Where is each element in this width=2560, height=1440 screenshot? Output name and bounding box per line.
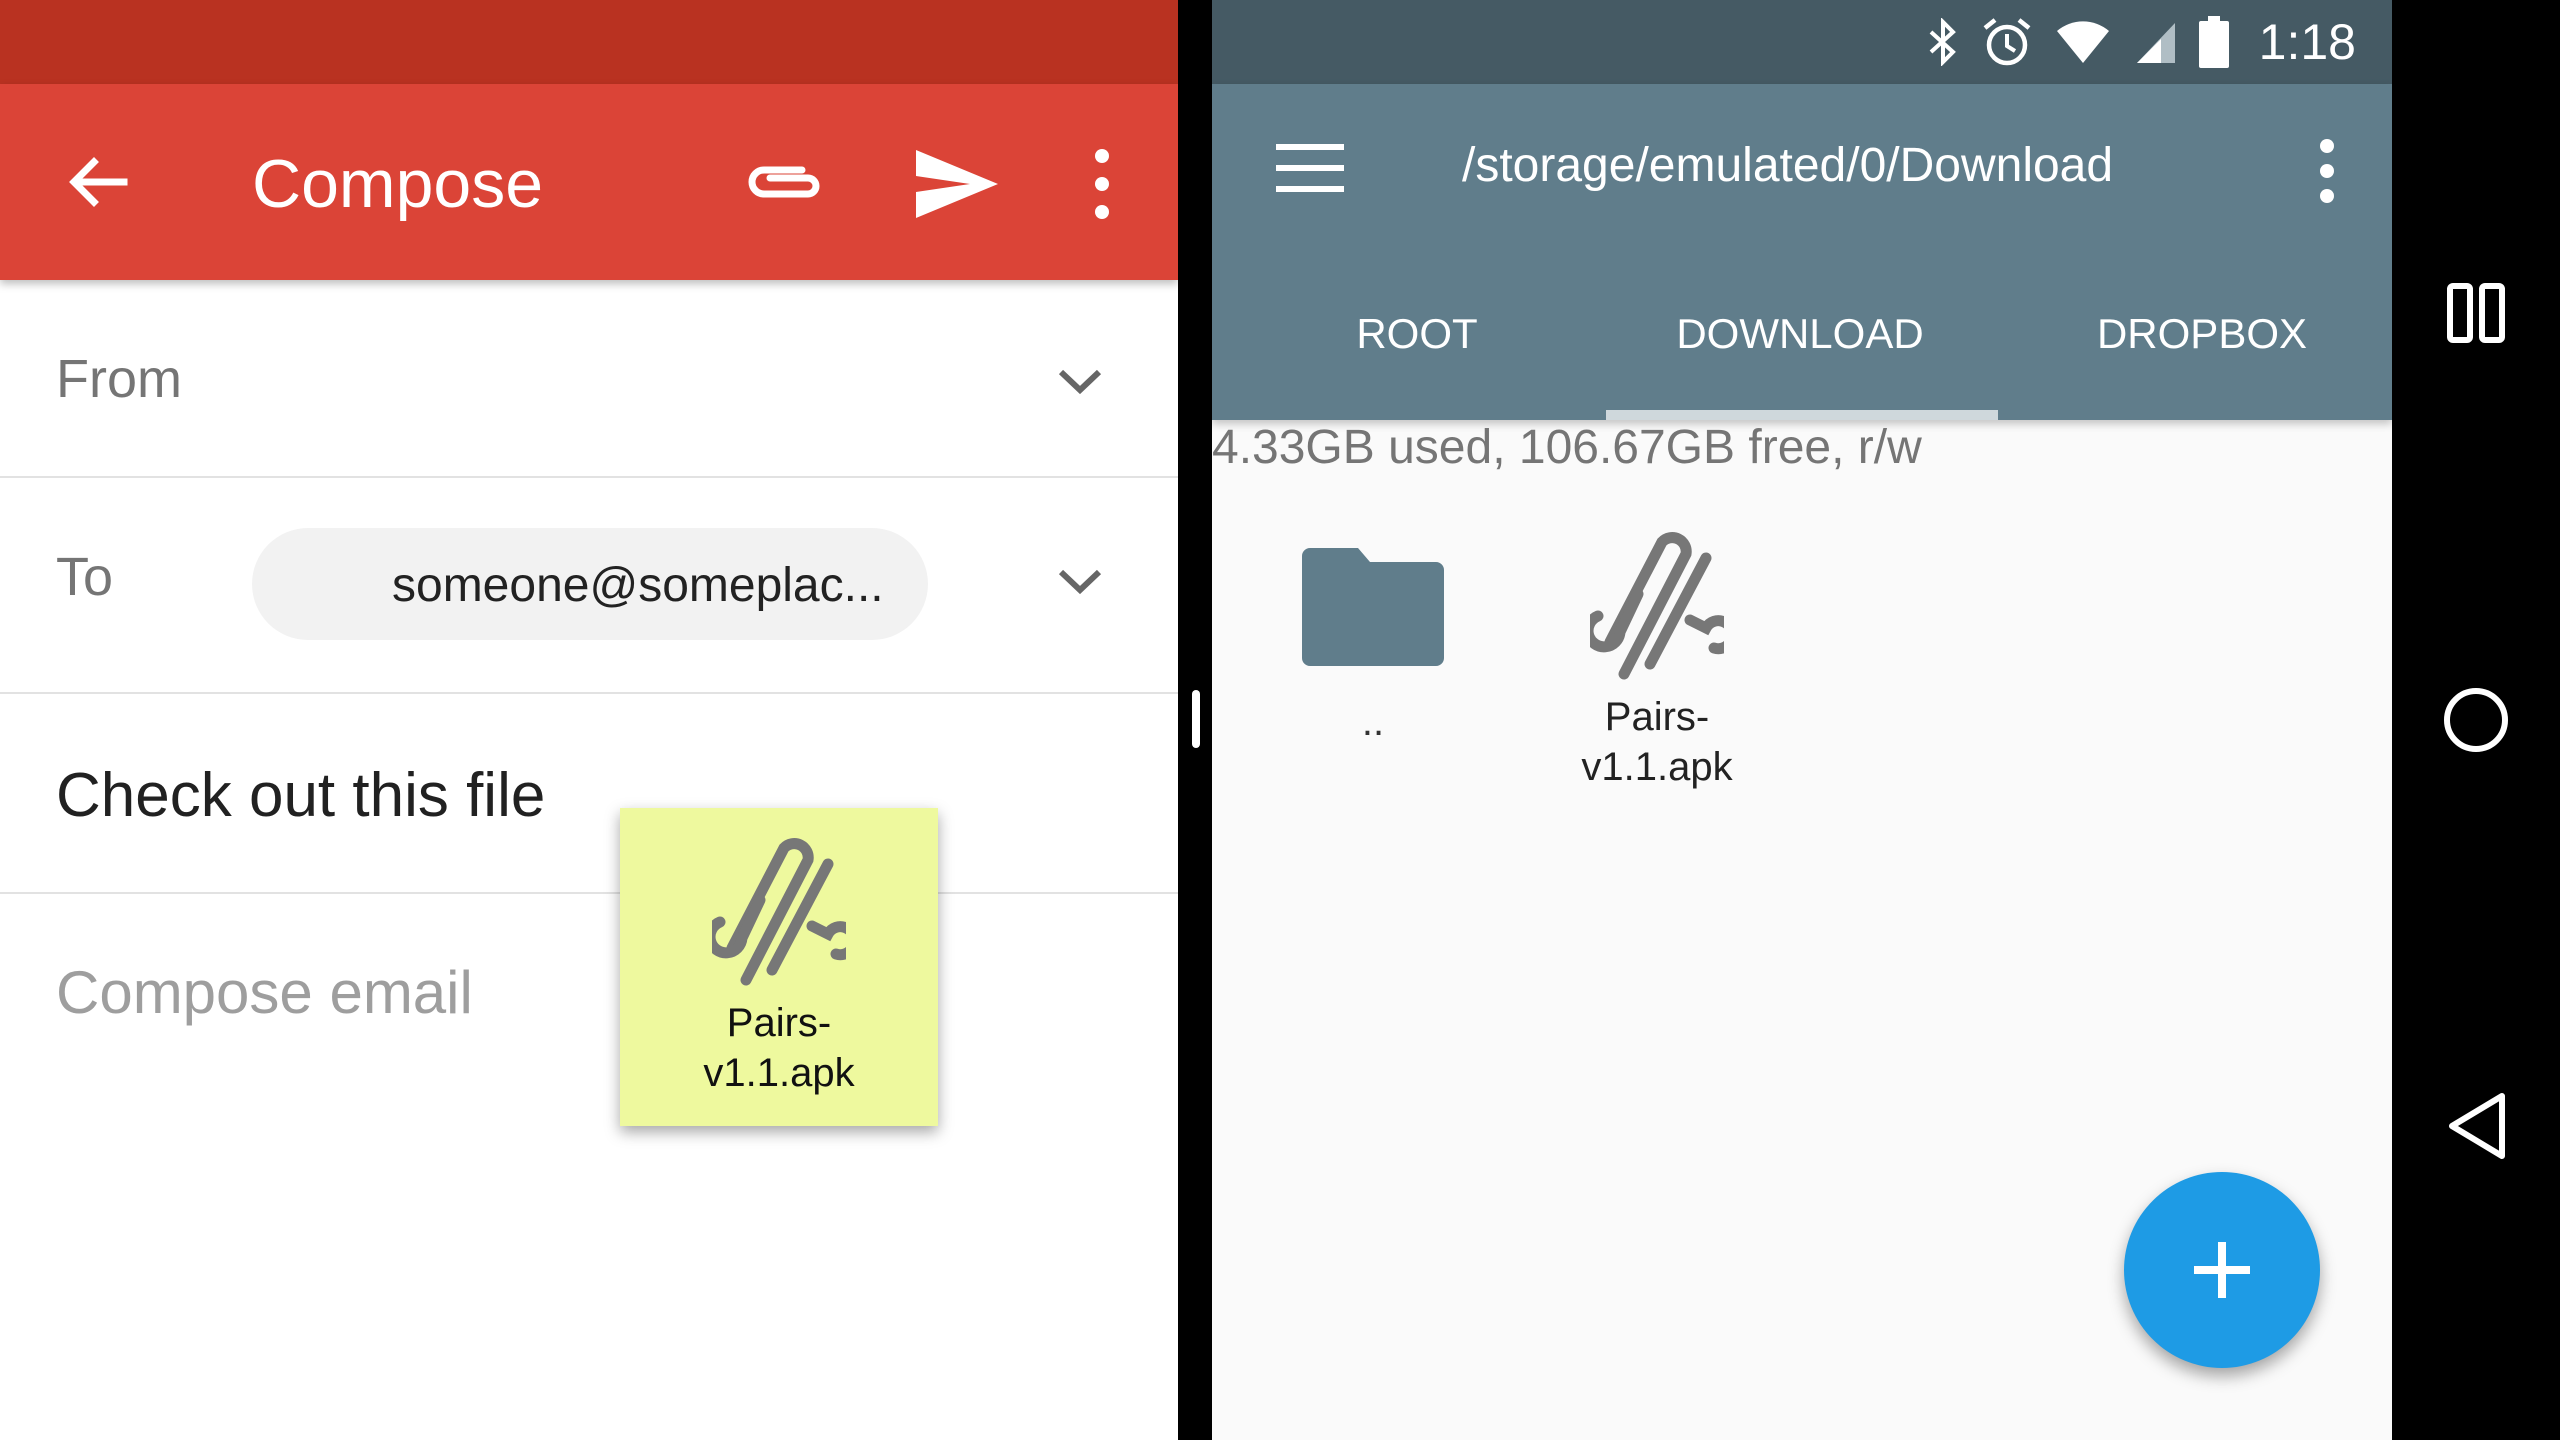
- subject-row[interactable]: Check out this file: [0, 694, 1178, 894]
- recipient-chip-text: someone@someplac...: [392, 559, 884, 612]
- send-icon[interactable]: [912, 146, 1002, 222]
- subject-field[interactable]: Check out this file: [56, 760, 545, 831]
- navigation-bar: [2392, 0, 2560, 1440]
- dragged-file-name: Pairs- v1.1.apk: [620, 998, 938, 1098]
- file-name-label[interactable]: Pairs- v1.1.apk: [1542, 692, 1772, 792]
- tab-dropbox[interactable]: DROPBOX: [2012, 310, 2392, 390]
- from-row[interactable]: From: [0, 280, 1178, 478]
- compose-pane: Compose From To someone@someplac... Chec…: [0, 0, 1178, 1440]
- battery-icon: [2198, 16, 2229, 68]
- hamburger-menu-icon[interactable]: [1276, 142, 1344, 194]
- back-icon[interactable]: [2446, 1090, 2508, 1162]
- current-path-title: /storage/emulated/0/Download: [1462, 139, 2114, 192]
- tab-root[interactable]: ROOT: [1272, 310, 1562, 390]
- tab-download[interactable]: DOWNLOAD: [1604, 310, 1996, 390]
- status-bar: 1:18: [1212, 0, 2392, 84]
- status-time: 1:18: [2258, 14, 2356, 70]
- compose-body-field[interactable]: Compose email: [56, 958, 473, 1027]
- status-bar: [0, 0, 1178, 84]
- compose-app-bar: Compose: [0, 84, 1178, 280]
- to-row[interactable]: To someone@someplac...: [0, 478, 1178, 694]
- attachment-icon[interactable]: [742, 150, 826, 214]
- wifi-icon: [2056, 21, 2109, 63]
- storage-info: 4.33GB used, 106.67GB free, r/w: [1212, 421, 1922, 474]
- folder-icon[interactable]: [1302, 548, 1444, 666]
- selected-tab-indicator: [1606, 410, 1998, 420]
- recents-icon[interactable]: [2446, 282, 2506, 344]
- file-name-line2: v1.1.apk: [1581, 745, 1733, 789]
- cell-signal-icon: [2136, 23, 2175, 63]
- page-title: Compose: [252, 146, 544, 222]
- add-fab-button[interactable]: [2124, 1172, 2320, 1368]
- bluetooth-icon: [1929, 18, 1956, 66]
- file-name-line2: v1.1.apk: [703, 1051, 855, 1095]
- chevron-down-icon[interactable]: [1055, 566, 1105, 596]
- to-label: To: [56, 547, 114, 607]
- apk-clip-icon[interactable]: [1582, 524, 1738, 684]
- recipient-chip[interactable]: someone@someplac...: [252, 528, 928, 640]
- more-vert-icon[interactable]: [1080, 142, 1124, 226]
- back-arrow-icon[interactable]: [58, 142, 138, 222]
- home-icon[interactable]: [2442, 686, 2510, 754]
- parent-folder-label[interactable]: ..: [1302, 700, 1444, 745]
- chevron-down-icon[interactable]: [1055, 366, 1105, 396]
- more-vert-icon[interactable]: [2312, 136, 2342, 206]
- file-name-line1: Pairs-: [1604, 695, 1710, 739]
- split-screen-divider-handle[interactable]: [1192, 690, 1200, 748]
- dragged-file-item[interactable]: Pairs- v1.1.apk: [620, 808, 938, 1126]
- alarm-icon: [1983, 18, 2031, 66]
- plus-icon: [2194, 1242, 2250, 1298]
- from-label: From: [56, 349, 182, 409]
- file-manager-app-bar: /storage/emulated/0/Download ROOT DOWNLO…: [1212, 84, 2392, 420]
- file-manager-pane: 1:18 /storage/emulated/0/Download ROOT D…: [1212, 0, 2392, 1440]
- apk-clip-icon: [704, 830, 860, 990]
- file-name-line1: Pairs-: [726, 1001, 832, 1045]
